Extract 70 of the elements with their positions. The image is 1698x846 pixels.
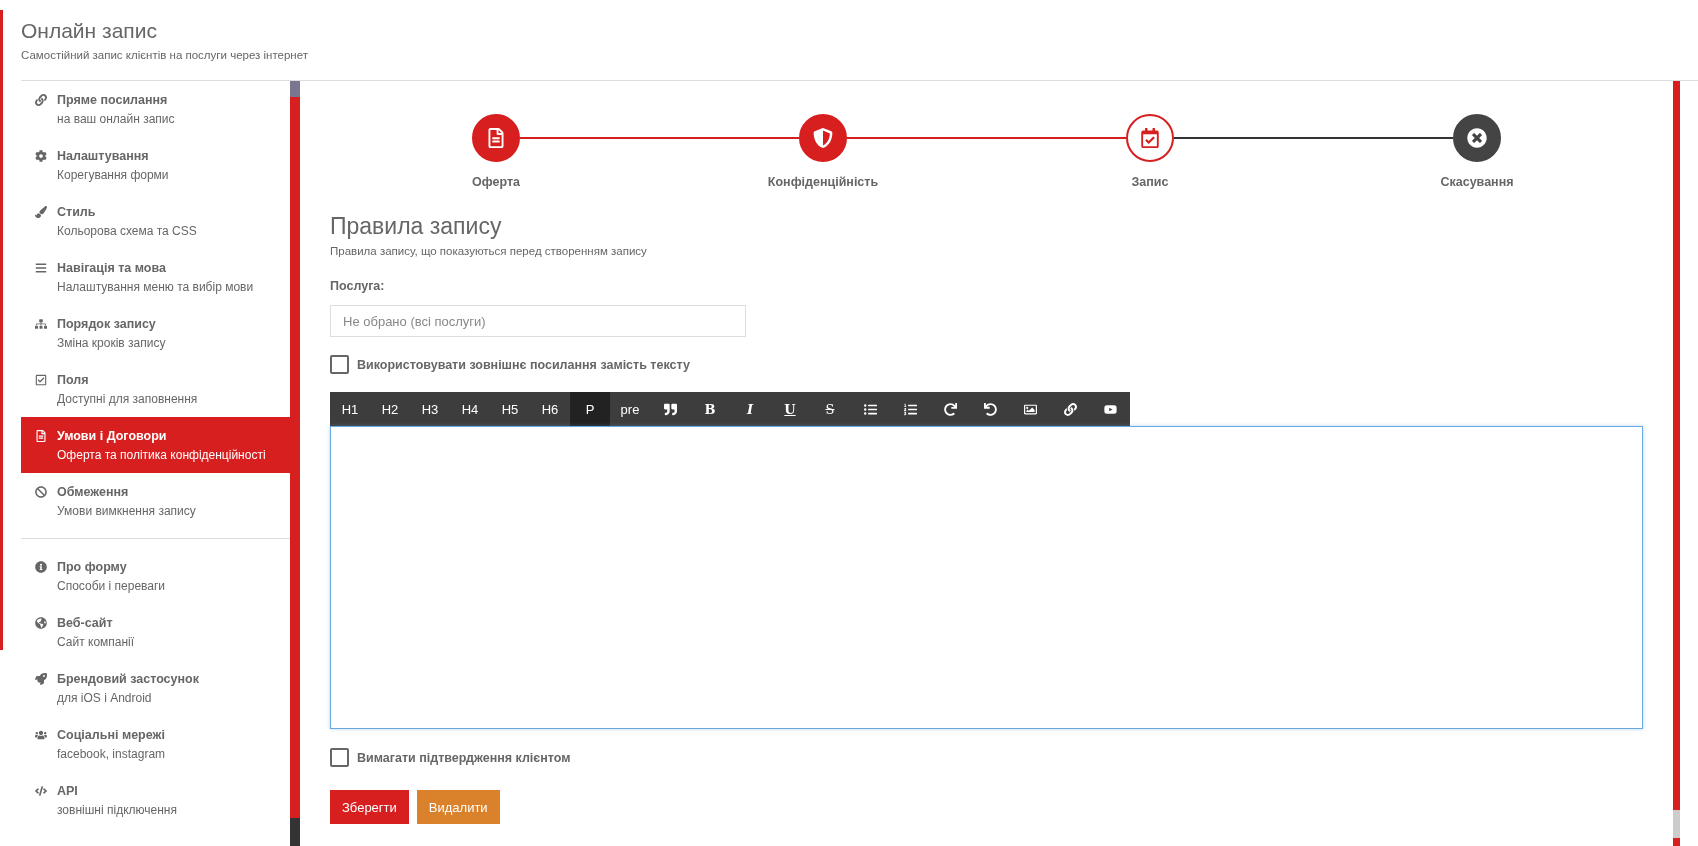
toolbar-button[interactable]: B	[690, 392, 730, 426]
field-label: Послуга:	[330, 279, 386, 293]
sidebar-item[interactable]: Навігація та мова Налаштування меню та вибір мови	[21, 249, 290, 305]
step-label: Оферта	[472, 175, 520, 189]
section-title: Правила запису	[330, 213, 503, 240]
sidebar-item[interactable]: Веб-сайт Сайт компанії	[21, 604, 290, 660]
image-icon	[1023, 402, 1037, 416]
scrollbar-end	[290, 818, 300, 846]
users-icon	[35, 728, 47, 741]
toolbar-button[interactable]: H4	[450, 392, 490, 426]
sidebar-item[interactable]: Порядок запису Зміна кроків запису	[21, 305, 290, 361]
rocket-icon	[35, 672, 47, 685]
undo-icon	[983, 402, 997, 416]
checkbox[interactable]	[330, 355, 349, 374]
code-icon	[35, 784, 47, 797]
sidebar-item[interactable]: Пряме посилання на ваш онлайн запис	[21, 81, 290, 137]
ban-icon	[35, 485, 47, 498]
page-subtitle: Самостійний запис клієнтів на послуги через інтернет	[21, 49, 309, 61]
info-icon	[35, 560, 47, 573]
toolbar-button[interactable]: I	[730, 392, 770, 426]
toolbar-button[interactable]: H6	[530, 392, 570, 426]
sidebar-item[interactable]: Обмеження Умови вимкнення запису	[21, 473, 290, 529]
menu-icon	[35, 261, 47, 274]
section-description: Правила запису, що показуються перед створенням запису	[330, 245, 648, 257]
sidebar-item[interactable]: Стиль Кольорова схема та CSS	[21, 193, 290, 249]
service-field[interactable]: Не обрано (всі послуги)	[330, 305, 746, 337]
toolbar-button[interactable]: U	[770, 392, 810, 426]
step-label: Запис	[1131, 175, 1169, 189]
step-label: Конфіденційність	[767, 175, 879, 189]
document-icon	[35, 429, 47, 442]
sidebar-item[interactable]: Налаштування Корегування форми	[21, 137, 290, 193]
page-title: Онлайн запис	[21, 19, 158, 43]
scrollbar-thumb[interactable]	[290, 81, 300, 97]
checkbox-label: Використовувати зовнішнє посилання замість тексту	[357, 357, 690, 372]
calendar-icon	[1140, 128, 1160, 148]
globe-icon	[35, 616, 47, 629]
sidebar-item[interactable]: API зовнішні підключення	[21, 772, 290, 828]
save-button[interactable]: Зберегти	[330, 790, 409, 824]
sidebar-item[interactable]: Соціальні мережі facebook, instagram	[21, 716, 290, 772]
sidebar-item[interactable]: Поля Доступні для заповнення	[21, 361, 290, 417]
toolbar-button[interactable]: H1	[330, 392, 370, 426]
cancel-icon	[1467, 128, 1487, 148]
redo-icon	[943, 402, 957, 416]
hierarchy-icon	[35, 317, 47, 330]
toolbar-button[interactable]: H3	[410, 392, 450, 426]
video-icon	[1103, 402, 1117, 416]
sidebar-item[interactable]: Брендовий застосунок для iOS і Android	[21, 660, 290, 716]
document-icon	[486, 128, 506, 148]
toolbar-button[interactable]: S	[810, 392, 850, 426]
sidebar-item[interactable]: Про форму Способи і переваги	[21, 548, 290, 604]
sidebar-item[interactable]: Умови і Договори Оферта та політика конфіденційності	[21, 417, 290, 473]
toolbar-button[interactable]: P	[570, 392, 610, 426]
toolbar-button[interactable]: H2	[370, 392, 410, 426]
scrollbar-thumb[interactable]	[1673, 810, 1680, 838]
toolbar-button[interactable]: H5	[490, 392, 530, 426]
brush-icon	[35, 205, 47, 218]
scrollbar[interactable]	[1673, 81, 1680, 846]
checkbox[interactable]	[330, 748, 349, 767]
scrollbar[interactable]	[290, 81, 300, 846]
numbered-list-icon	[903, 402, 917, 416]
quote-icon	[663, 402, 677, 416]
bulleted-list-icon	[863, 402, 877, 416]
checkbox-icon	[35, 373, 47, 386]
link-icon	[1063, 402, 1077, 416]
link-icon	[35, 93, 47, 106]
step-label: Скасування	[1440, 175, 1514, 189]
settings-icon	[35, 149, 47, 162]
toolbar-button[interactable]: pre	[610, 392, 650, 426]
checkbox-label: Вимагати підтвердження клієнтом	[357, 750, 571, 765]
shield-icon	[813, 128, 833, 148]
